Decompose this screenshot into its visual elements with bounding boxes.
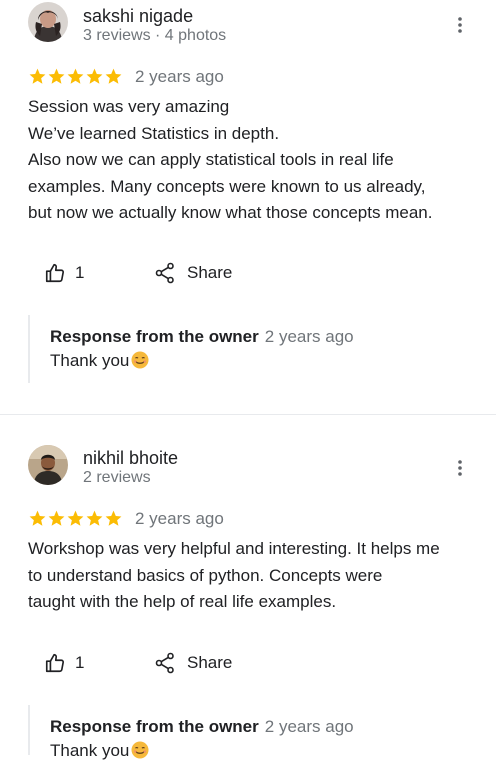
response-text: Thank you [50, 351, 130, 370]
share-label: Share [187, 263, 233, 282]
share-label: Share [187, 653, 233, 672]
review-card: sakshi nigade 3 reviews · 4 photos 2 yea… [0, 0, 496, 414]
review-date: 2 years ago [135, 67, 224, 86]
reviewer-avatar[interactable] [28, 2, 68, 42]
owner-response: Response from the owner 2 years ago Thank… [28, 315, 470, 383]
review-text-line: Workshop was very helpful and interestin… [28, 539, 440, 558]
thumbs-up-icon [45, 653, 65, 673]
star-icon [48, 510, 65, 526]
review-text-line: We’ve learned Statistics in depth. [28, 123, 280, 143]
review-text-line: Session was very amazing [28, 97, 230, 116]
reviewer-meta: 3 reviews · 4 photos [83, 27, 227, 44]
star-icon [29, 68, 46, 84]
smiling-face-emoji-icon [131, 741, 149, 759]
reviewer-meta: 2 reviews [83, 469, 151, 486]
review-text-line: but now we actually know what those conc… [28, 203, 433, 222]
more-options-icon[interactable] [446, 11, 474, 39]
owner-response: Response from the owner 2 years ago Thank… [28, 705, 470, 760]
response-title: Response from the owner [50, 327, 259, 346]
review-text-line: Also now we can apply statistical tools … [28, 150, 394, 169]
more-options-icon[interactable] [446, 454, 474, 482]
review-text-line: to understand basics of python. Concepts… [28, 565, 383, 585]
star-icon [67, 68, 84, 84]
reviewer-avatar[interactable] [28, 445, 68, 485]
reviewer-name[interactable]: nikhil bhoite [83, 447, 178, 469]
share-button[interactable]: Share [155, 259, 232, 287]
like-button[interactable]: 1 [44, 259, 84, 287]
star-icon [105, 510, 122, 526]
share-button[interactable]: Share [155, 649, 232, 677]
response-date: 2 years ago [264, 717, 354, 736]
like-count: 1 [75, 653, 85, 672]
star-rating [28, 508, 123, 528]
response-title: Response from the owner [50, 717, 259, 736]
star-icon [86, 510, 103, 526]
review-text: Workshop was very helpful and interestin… [28, 536, 478, 616]
star-icon [48, 68, 65, 84]
reviewer-name[interactable]: sakshi nigade [83, 5, 193, 27]
response-text: Thank you [50, 741, 130, 760]
review-card: nikhil bhoite 2 reviews 2 years ago Work… [0, 415, 496, 760]
review-text-line: examples. Many concepts were known to us… [28, 176, 426, 196]
response-date: 2 years ago [264, 327, 354, 346]
review-text: Session was very amazing We’ve learned S… [28, 94, 478, 227]
like-count: 1 [75, 263, 85, 282]
star-icon [29, 510, 46, 526]
thumbs-up-icon [45, 263, 65, 283]
review-date: 2 years ago [135, 509, 224, 528]
star-icon [86, 68, 103, 84]
star-icon [105, 68, 122, 84]
smiling-face-emoji-icon [131, 351, 149, 369]
star-icon [67, 510, 84, 526]
review-text-line: taught with the help of real life exampl… [28, 592, 337, 611]
share-icon [155, 652, 174, 674]
share-icon [155, 262, 174, 284]
star-rating [28, 66, 123, 86]
like-button[interactable]: 1 [44, 649, 84, 677]
